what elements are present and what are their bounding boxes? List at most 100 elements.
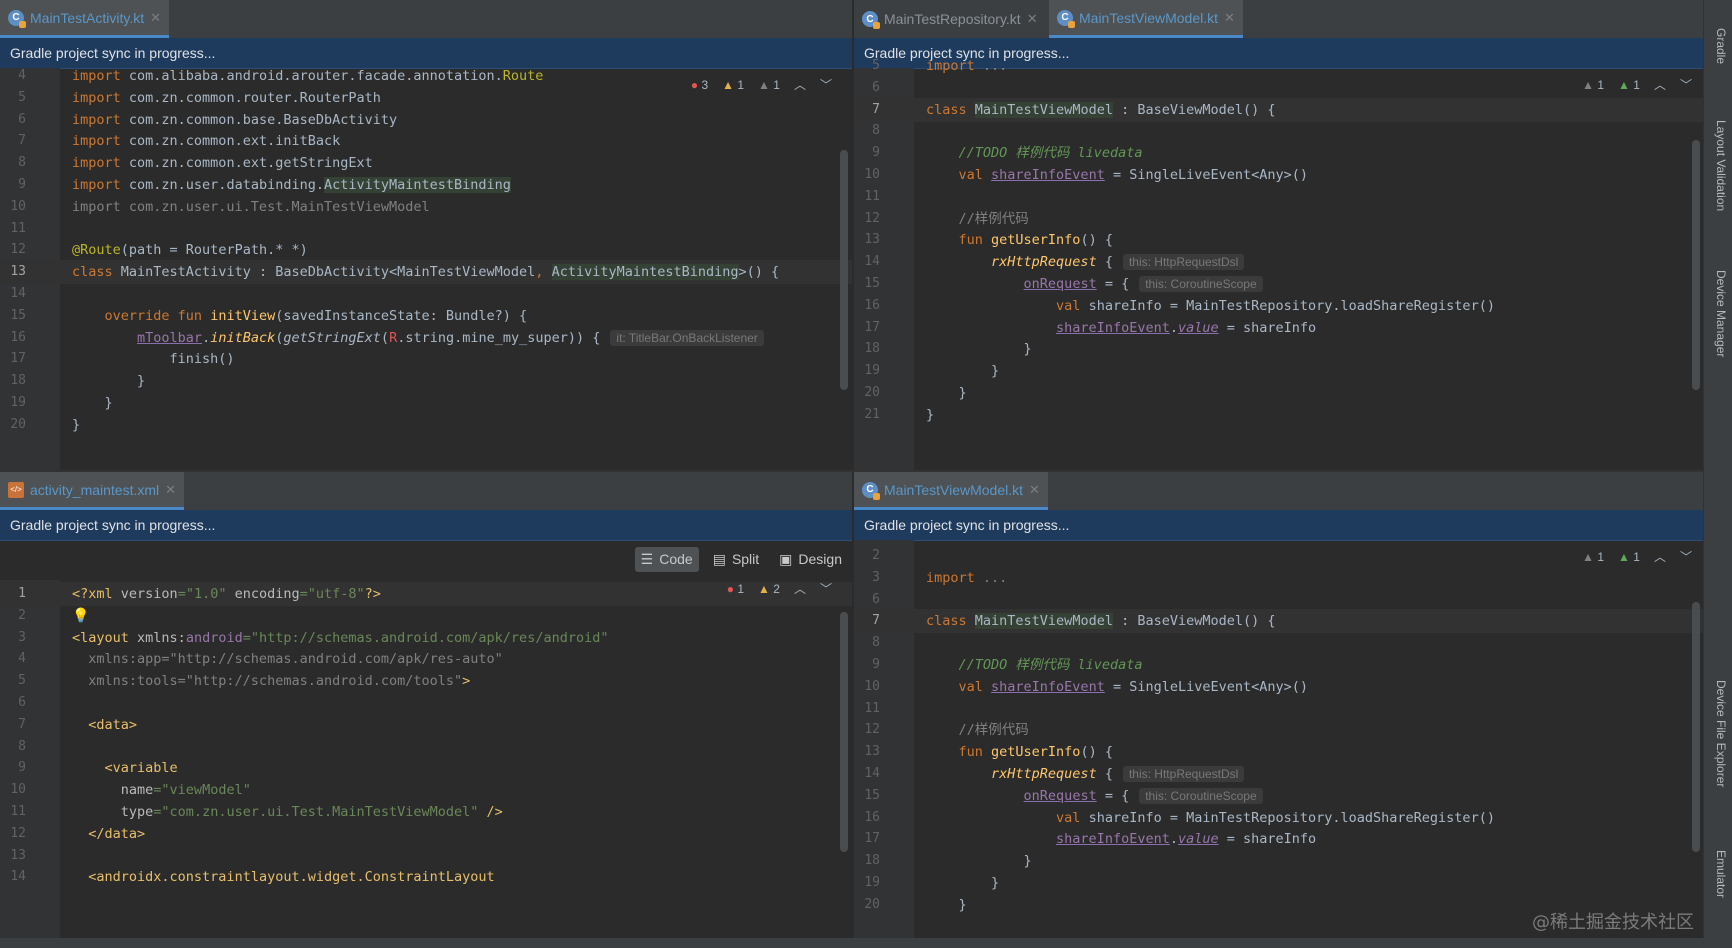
code-line[interactable]: 6 import com.zn.common.base.BaseDbActivit… [0,108,852,132]
code-line[interactable]: 3 import ... [854,566,1704,590]
code-line[interactable]: 7 class MainTestViewModel : BaseViewModel… [854,609,1704,634]
code-line[interactable]: 8 [854,631,1704,655]
code-line[interactable]: 8 [0,735,852,759]
inspection-widget[interactable]: ▲ 1 ▲ 1 ︿ ﹀ [1582,76,1692,93]
vertical-scrollbar[interactable] [1692,140,1700,390]
device-manager-tool-button[interactable]: Device Manager [1714,270,1728,357]
close-icon[interactable]: ✕ [165,482,176,498]
code-line[interactable]: 10 name="viewModel" [0,778,852,802]
tab-main-test-view-model[interactable]: C MainTestViewModel.kt ✕ [854,472,1048,510]
code-line[interactable]: 12 </data> [0,822,852,846]
code-line[interactable]: 13 fun getUserInfo() { [854,740,1704,764]
code-line[interactable]: 13 [0,844,852,868]
code-line[interactable]: 16 mToolbar.initBack(getStringExt(R.stri… [0,326,852,350]
close-icon[interactable]: ✕ [1029,482,1040,498]
code-editor[interactable]: 2 3 import ... 6 7 class MainTestViewModel : … [854,540,1704,948]
horizontal-splitter[interactable] [0,470,1704,472]
code-line[interactable]: 10 val shareInfoEvent = SingleLiveEvent<… [854,675,1704,699]
previous-highlight-icon[interactable]: ︿ [1654,548,1666,565]
close-icon[interactable]: ✕ [150,10,161,26]
code-line[interactable]: 12 @Route(path = RouterPath.* *) [0,238,852,262]
code-line[interactable]: 20 } [854,381,1704,405]
code-line[interactable]: 2 💡 [0,604,852,628]
code-line[interactable]: 10 val shareInfoEvent = SingleLiveEvent<… [854,163,1704,187]
error-count[interactable]: ● 3 [691,78,708,92]
code-line[interactable]: 6 [854,588,1704,612]
code-line[interactable]: 11 [0,217,852,241]
code-line[interactable]: 11 type="com.zn.user.ui.Test.MainTestVie… [0,800,852,824]
vertical-scrollbar[interactable] [840,612,848,852]
warning-count[interactable]: ▲ 1 [1582,78,1604,92]
inspection-widget[interactable]: ● 1 ▲ 2 ︿ ﹀ [727,580,832,597]
gradle-tool-button[interactable]: Gradle [1714,28,1728,64]
warning-count[interactable]: ▲ 2 [758,582,780,596]
previous-highlight-icon[interactable]: ︿ [794,76,806,93]
code-line[interactable]: 15 override fun initView(savedInstanceSt… [0,304,852,328]
weak-warning-count[interactable]: ▲ 1 [1618,550,1640,564]
emulator-tool-button[interactable]: Emulator [1714,850,1728,898]
code-line[interactable]: 8 [854,119,1704,143]
code-line[interactable]: 18 } [854,337,1704,361]
code-line[interactable]: 14 <androidx.constraintlayout.widget.Con… [0,865,852,889]
code-line[interactable]: 12 //样例代码 [854,718,1704,742]
error-count[interactable]: ● 1 [727,582,744,596]
code-editor[interactable]: 4 import com.alibaba.android.arouter.faca… [0,68,852,470]
design-mode-button[interactable]: ▣ Design [773,547,848,572]
next-highlight-icon[interactable]: ﹀ [820,580,832,597]
next-highlight-icon[interactable]: ﹀ [1680,548,1692,565]
next-highlight-icon[interactable]: ﹀ [820,76,832,93]
code-line[interactable]: 17 finish() [0,347,852,371]
code-line[interactable]: 14 [0,282,852,306]
code-line[interactable]: 14 rxHttpRequest {this: HttpRequestDsl [854,762,1704,786]
code-line[interactable]: 11 [854,697,1704,721]
previous-highlight-icon[interactable]: ︿ [794,580,806,597]
previous-highlight-icon[interactable]: ︿ [1654,76,1666,93]
code-line[interactable]: 7 import com.zn.common.ext.initBack [0,129,852,153]
code-line[interactable]: 9 //TODO 样例代码 livedata [854,141,1704,165]
code-line[interactable]: 5 xmlns:tools="http://schemas.android.co… [0,669,852,693]
code-line[interactable]: 12 //样例代码 [854,207,1704,231]
vertical-scrollbar[interactable] [840,150,848,390]
code-line[interactable]: 10 import com.zn.user.ui.Test.MainTestVie… [0,195,852,219]
tab-main-test-view-model[interactable]: C MainTestViewModel.kt ✕ [1049,0,1243,38]
code-line[interactable]: 9 <variable [0,756,852,780]
code-mode-button[interactable]: ☰ Code [634,546,699,572]
code-line[interactable]: 13 fun getUserInfo() { [854,228,1704,252]
code-line[interactable]: 17 shareInfoEvent.value = shareInfo [854,827,1704,851]
tab-activity-maintest-xml[interactable]: </> activity_maintest.xml ✕ [0,472,185,510]
warning-count[interactable]: ▲ 1 [722,78,744,92]
close-icon[interactable]: ✕ [1224,10,1235,26]
code-line[interactable]: 19 } [0,391,852,415]
code-line[interactable]: 6 [0,691,852,715]
code-line[interactable]: 14 rxHttpRequest {this: HttpRequestDsl [854,250,1704,274]
code-line[interactable]: 15 onRequest = {this: CoroutineScope [854,784,1704,808]
close-icon[interactable]: ✕ [1027,11,1038,27]
code-line[interactable]: 11 [854,185,1704,209]
code-editor[interactable]: 5 import ... 6 7 class MainTestViewModel : B… [854,58,1704,470]
inspection-widget[interactable]: ▲ 1 ▲ 1 ︿ ﹀ [1582,548,1692,565]
code-line[interactable]: 18 } [0,369,852,393]
code-line[interactable]: 15 onRequest = {this: CoroutineScope [854,272,1704,296]
code-line[interactable]: 3 <layout xmlns:android="http://schemas.a… [0,626,852,650]
code-line[interactable]: 19 } [854,359,1704,383]
code-line[interactable]: 7 <data> [0,713,852,737]
code-line[interactable]: 5 import ... [854,54,1704,78]
code-line[interactable]: 9 import com.zn.user.databinding.Activity… [0,173,852,197]
code-line[interactable]: 13 class MainTestActivity : BaseDbActivit… [0,260,852,285]
vertical-scrollbar[interactable] [1692,602,1700,852]
code-line[interactable]: 17 shareInfoEvent.value = shareInfo [854,316,1704,340]
code-line[interactable]: 16 val shareInfo = MainTestRepository.lo… [854,294,1704,318]
layout-validation-tool-button[interactable]: Layout Validation [1714,120,1728,211]
code-line[interactable]: 18 } [854,849,1704,873]
code-line[interactable]: 7 class MainTestViewModel : BaseViewModel… [854,97,1704,122]
code-line[interactable]: 9 //TODO 样例代码 livedata [854,653,1704,677]
weak-warning-count[interactable]: ▲ 1 [758,78,780,92]
code-line[interactable]: 21} [854,403,1704,427]
code-line[interactable]: 20} [0,413,852,437]
code-line[interactable]: 19 } [854,871,1704,895]
code-line[interactable]: 4 xmlns:app="http://schemas.android.com/… [0,647,852,671]
code-line[interactable]: 1 <?xml version="1.0" encoding="utf-8"?> [0,582,852,606]
device-file-explorer-tool-button[interactable]: Device File Explorer [1714,680,1728,787]
tab-main-test-repository[interactable]: C MainTestRepository.kt ✕ [854,0,1046,38]
split-mode-button[interactable]: ▤ Split [707,547,765,572]
